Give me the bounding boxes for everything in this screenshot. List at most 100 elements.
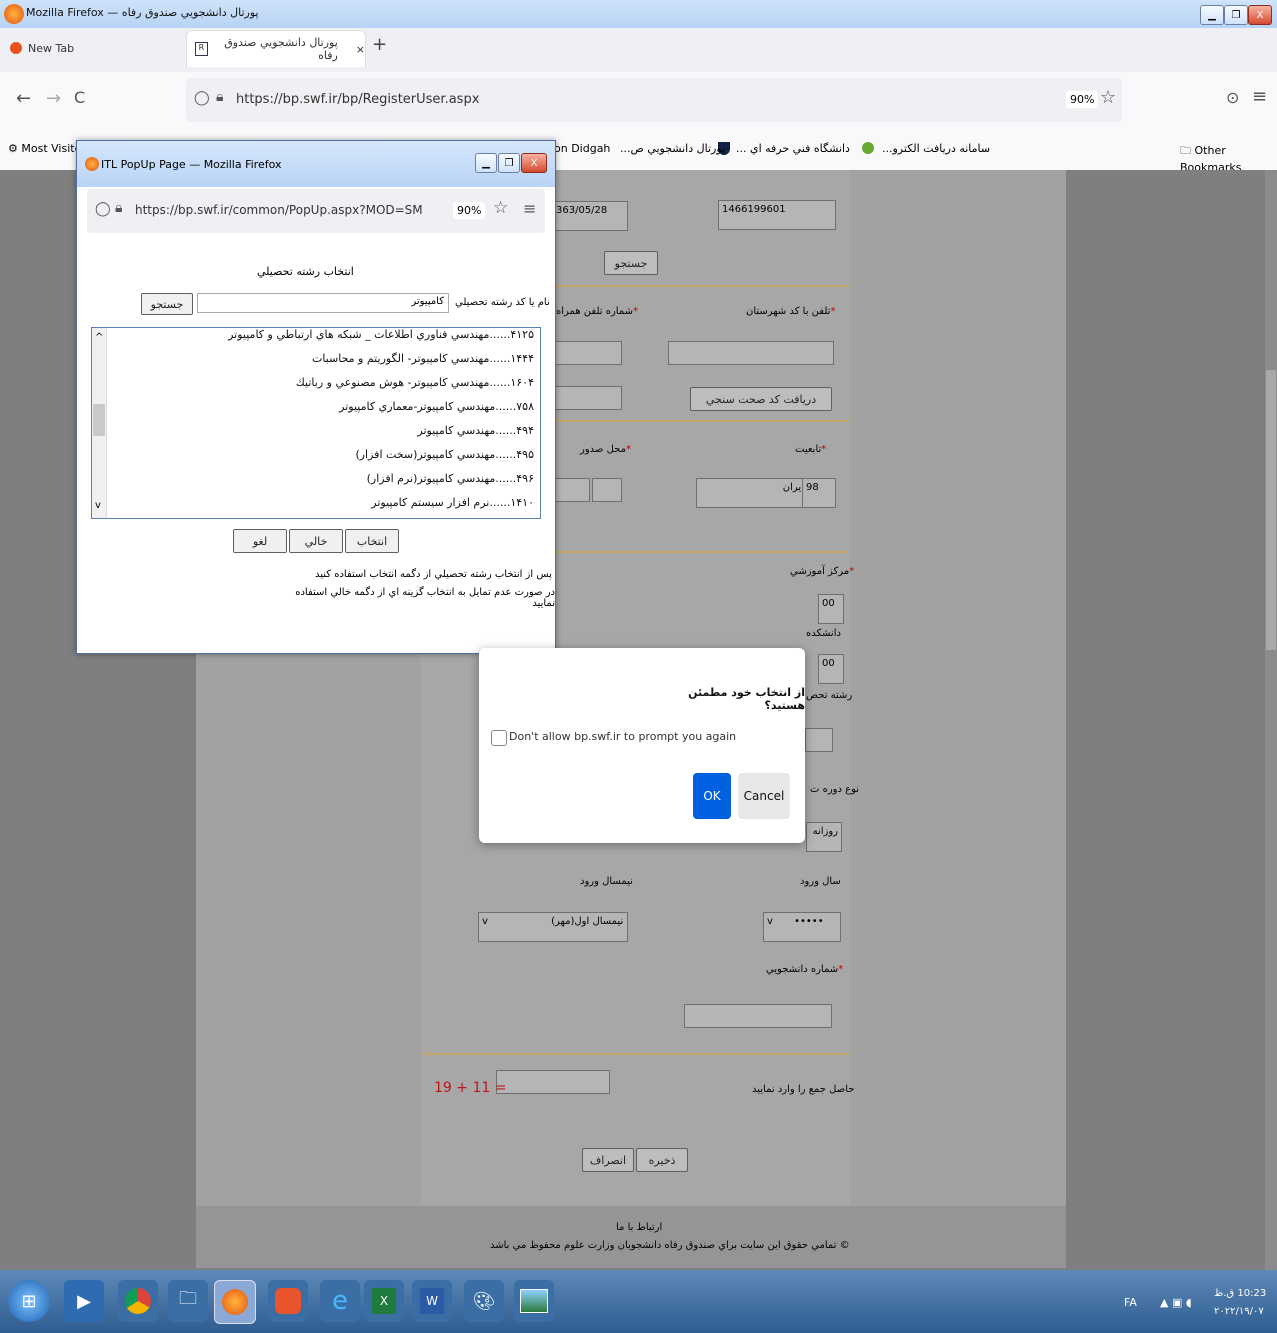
zoom-badge[interactable]: 90% (453, 202, 486, 219)
list-item[interactable]: ۴۱۲۵......مهندسي فناوري اطلاعات _ شبكه ه… (228, 328, 534, 341)
footer-contact-link[interactable]: ارتباط با ما (616, 1222, 662, 1233)
ie-icon[interactable]: e (320, 1280, 360, 1322)
list-item[interactable]: ۱۴۱۰......نرم افزار سيستم كامپيوتر (371, 496, 534, 509)
minimize-button[interactable]: ▁ (1200, 5, 1224, 25)
course-type-select[interactable]: روزانه (806, 822, 842, 852)
page-scrollbar[interactable] (1265, 170, 1277, 1270)
tab-close-icon[interactable]: × (356, 43, 365, 56)
media-player-icon[interactable]: ▶ (64, 1280, 104, 1322)
captcha-input[interactable] (496, 1070, 610, 1094)
close-button[interactable]: X (1248, 5, 1272, 25)
bookmark-item[interactable]: on Didgah (554, 142, 610, 155)
popup-search-button[interactable]: جستجو (141, 293, 193, 315)
dont-allow-checkbox[interactable] (491, 730, 507, 746)
chevron-up-icon[interactable]: ^ (95, 332, 103, 343)
list-item[interactable]: ۱۶۰۴......مهندسي كامپيوتر- هوش مصنوعي و … (296, 376, 534, 389)
issue-place-input[interactable] (592, 478, 622, 502)
tab-label: پورتال دانشجويي صندوق رفاه (224, 36, 338, 62)
list-scrollbar[interactable]: ^ v (92, 328, 107, 518)
popup-select-button[interactable]: انتخاب (345, 529, 399, 553)
new-tab-button[interactable]: + (372, 34, 387, 55)
captcha-expression: 19 + 11 = (434, 1080, 507, 1096)
edu-center-code[interactable]: 00 (818, 594, 844, 624)
bookmark-item[interactable]: دانشگاه فني حرفه اي ... (736, 142, 850, 155)
list-item[interactable]: ۴۹۴......مهندسي كامپيوتر (417, 424, 534, 437)
popup-minimize-button[interactable]: ▁ (475, 153, 497, 173)
popup-cancel-button[interactable]: لغو (233, 529, 287, 553)
firefox-taskbar-icon[interactable] (214, 1280, 256, 1324)
word-icon[interactable]: W (412, 1280, 452, 1322)
nationality-label: *تابعيت (795, 444, 827, 455)
tab-new-tab[interactable]: New Tab (10, 30, 180, 66)
forward-icon[interactable]: → (46, 88, 61, 109)
zoom-badge[interactable]: 90% (1066, 91, 1099, 108)
menu-icon[interactable]: ≡ (1252, 86, 1267, 107)
pocket-icon[interactable]: ⊙ (1226, 88, 1239, 107)
entry-semester-select[interactable]: v نيمسال اول(مهر) (478, 912, 628, 942)
list-item[interactable]: ۷۵۸......مهندسي كامپيوتر-معماري كامپيوتر (339, 400, 534, 413)
entry-year-select[interactable]: v ••••• (763, 912, 841, 942)
language-indicator[interactable]: FA (1124, 1296, 1137, 1309)
footer-copyright: © تمامي حقوق اين سايت براي صندوق رفاه دا… (490, 1240, 850, 1251)
excel-icon[interactable]: X (364, 1280, 404, 1322)
chevron-down-icon: v (767, 916, 773, 927)
field-input[interactable] (805, 728, 833, 752)
menu-icon[interactable]: ≡ (523, 199, 536, 218)
national-code-field[interactable]: 1466199601 (718, 200, 836, 230)
save-button[interactable]: ذخيره (636, 1148, 688, 1172)
popup-close-button[interactable]: X (521, 153, 547, 173)
scroll-thumb[interactable] (93, 404, 105, 436)
list-item[interactable]: ۴۹۶......مهندسي كامپيوتر(نرم افزار) (367, 472, 534, 485)
app-icon[interactable] (268, 1280, 308, 1322)
mobile-input[interactable] (552, 341, 622, 365)
star-icon[interactable]: ☆ (1100, 87, 1116, 108)
tab-portal[interactable]: R پورتال دانشجويي صندوق رفاه × (186, 30, 366, 67)
back-icon[interactable]: ← (16, 88, 31, 109)
student-no-label: *شماره دانشجويي (766, 964, 844, 975)
birth-date-field[interactable]: 363/05/28 (552, 201, 628, 231)
phone-city-input[interactable] (668, 341, 834, 365)
popup-maximize-button[interactable]: ❐ (498, 153, 520, 173)
bookmark-item[interactable]: پورتال دانشجويي ص... (620, 142, 725, 155)
maximize-button[interactable]: ❐ (1224, 5, 1248, 25)
scroll-thumb[interactable] (1266, 370, 1276, 650)
photo-viewer-icon[interactable] (514, 1280, 554, 1322)
clock-date[interactable]: ۲۰۲۲/۱۹/۰۷ (1214, 1306, 1264, 1317)
list-item[interactable]: ۴۹۵......مهندسي كامپيوتر(سخت افزار) (355, 448, 534, 461)
url-bar[interactable]: ◯ 🔒︎ https://bp.swf.ir/bp/RegisterUser.a… (186, 78, 1122, 122)
ok-button[interactable]: OK (693, 773, 731, 819)
course-type-label: نوع دوره ت (810, 784, 860, 795)
bookmark-item[interactable]: سامانه دريافت الكترو... (882, 142, 990, 155)
get-code-button[interactable]: دريافت كد صحت سنجي (690, 387, 832, 411)
popup-empty-button[interactable]: خالي (289, 529, 343, 553)
search-button[interactable]: جستجو (604, 251, 658, 275)
file-explorer-icon[interactable]: 🗀 (168, 1280, 208, 1322)
shield-icon: ◯ (95, 201, 111, 217)
list-item[interactable]: ۱۴۴۴......مهندسي كامپيوتر- الگوريتم و مح… (312, 352, 534, 365)
lock-icon: 🔒︎ (115, 200, 123, 216)
star-icon[interactable]: ☆ (493, 198, 508, 218)
chevron-down-icon[interactable]: v (95, 500, 101, 511)
nationality-code-field[interactable]: 98 (802, 478, 836, 508)
start-button[interactable]: ⊞ (8, 1280, 50, 1322)
verify-code-input[interactable] (552, 386, 622, 410)
popup-hint: پس از انتخاب رشته تحصيلي از دگمه انتخاب … (315, 569, 552, 580)
popup-url-bar[interactable]: ◯ 🔒︎ https://bp.swf.ir/common/PopUp.aspx… (87, 189, 545, 233)
nationality-value-field[interactable]: ايران (696, 478, 808, 508)
reload-icon[interactable]: C (74, 88, 85, 107)
paint-icon[interactable]: 🎨︎ (464, 1280, 504, 1322)
cancel-form-button[interactable]: انصراف (582, 1148, 634, 1172)
chrome-icon[interactable] (118, 1280, 158, 1322)
student-no-input[interactable] (684, 1004, 832, 1028)
dont-allow-label[interactable]: Don't allow bp.swf.ir to prompt you agai… (509, 730, 736, 743)
gear-icon: ⚙ (8, 142, 18, 155)
network-icon[interactable]: ▲ ▣ ◖ (1160, 1296, 1192, 1309)
cancel-button[interactable]: Cancel (738, 773, 790, 819)
bookmark-most-visited[interactable]: ⚙ Most Visite (8, 142, 81, 155)
issue-place-input-2[interactable] (552, 478, 590, 502)
dialog-message: از انتخاب خود مطمئن هستيد؟ (688, 686, 805, 712)
clock-time[interactable]: 10:23 ق.ظ (1214, 1288, 1266, 1299)
popup-search-input[interactable]: كامپيوتر (197, 293, 449, 313)
faculty-code[interactable]: 00 (818, 654, 844, 684)
field-listbox[interactable]: ۴۱۲۵......مهندسي فناوري اطلاعات _ شبكه ه… (91, 327, 541, 519)
